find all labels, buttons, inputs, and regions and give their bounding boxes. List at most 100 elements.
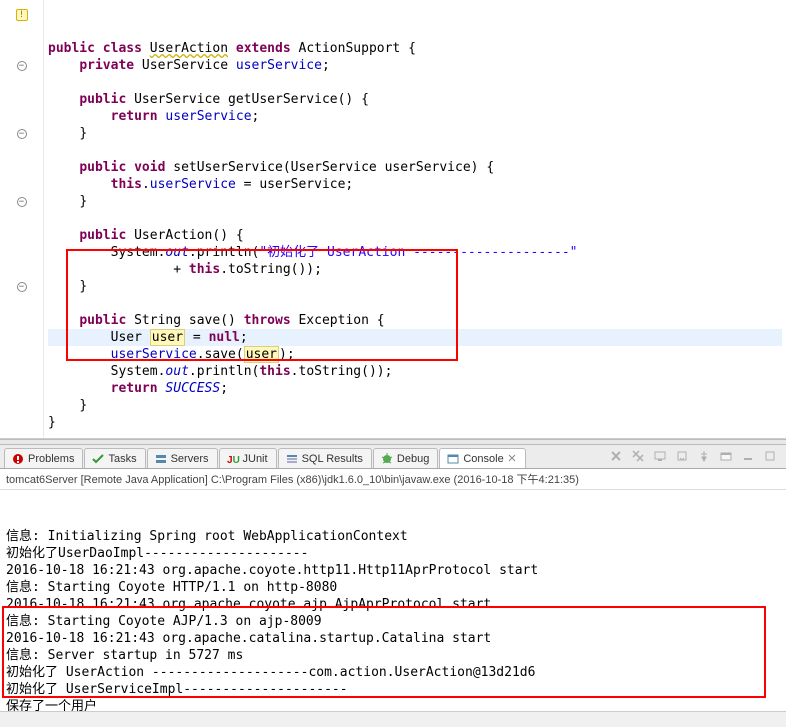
console-line: 信息: Starting Coyote AJP/1.3 on ajp-8009 bbox=[6, 613, 780, 630]
code-line bbox=[48, 142, 782, 159]
tab-servers[interactable]: Servers bbox=[147, 448, 218, 468]
open-console-button[interactable] bbox=[716, 446, 736, 466]
console-line: 信息: Initializing Spring root WebApplicat… bbox=[6, 528, 780, 545]
code-line: System.out.println("初始化了 UserAction ----… bbox=[48, 244, 782, 261]
code-line: public void setUserService(UserService u… bbox=[48, 159, 782, 176]
views-tabstrip: Problems Tasks Servers JUJUnit SQL Results De… bbox=[0, 445, 786, 469]
console-output[interactable]: 信息: Initializing Spring root WebApplicat… bbox=[0, 490, 786, 711]
gutter-row: ! bbox=[0, 6, 43, 23]
display-button[interactable] bbox=[650, 446, 670, 466]
code-line: public UserAction() { bbox=[48, 227, 782, 244]
console-line: 信息: Server startup in 5727 ms bbox=[6, 647, 780, 664]
tab-label: SQL Results bbox=[302, 453, 363, 465]
console-line: 保存了一个用户 bbox=[6, 698, 780, 711]
gutter-row bbox=[0, 312, 43, 329]
tab-sql-results[interactable]: SQL Results bbox=[278, 448, 372, 468]
fold-toggle-icon[interactable]: − bbox=[17, 282, 27, 292]
tab-label: Servers bbox=[171, 453, 209, 465]
debug-icon bbox=[380, 452, 394, 466]
gutter-row bbox=[0, 346, 43, 363]
code-line: public class UserAction extends ActionSu… bbox=[48, 40, 782, 57]
tasks-icon bbox=[91, 452, 105, 466]
console-line: 信息: Starting Coyote HTTP/1.1 on http-808… bbox=[6, 579, 780, 596]
horizontal-scrollbar[interactable] bbox=[0, 711, 786, 727]
code-line: } bbox=[48, 193, 782, 210]
gutter-row: − bbox=[0, 278, 43, 295]
code-line: + this.toString()); bbox=[48, 261, 782, 278]
svg-text:JU: JU bbox=[227, 455, 240, 466]
junit-icon: JU bbox=[226, 452, 240, 466]
sql-icon bbox=[285, 452, 299, 466]
gutter-row bbox=[0, 108, 43, 125]
gutter-row bbox=[0, 295, 43, 312]
code-line: } bbox=[48, 125, 782, 142]
problems-icon bbox=[11, 452, 25, 466]
fold-toggle-icon[interactable]: − bbox=[17, 197, 27, 207]
tab-label: Debug bbox=[397, 453, 429, 465]
code-area[interactable]: public class UserAction extends ActionSu… bbox=[44, 0, 786, 438]
code-line: public String save() throws Exception { bbox=[48, 312, 782, 329]
code-line: } bbox=[48, 397, 782, 414]
gutter-row bbox=[0, 23, 43, 40]
console-line: 2016-10-18 16:21:43 org.apache.coyote.aj… bbox=[6, 596, 780, 613]
gutter-row: − bbox=[0, 125, 43, 142]
console-icon bbox=[446, 452, 460, 466]
pin-button[interactable] bbox=[694, 446, 714, 466]
gutter-row bbox=[0, 363, 43, 380]
code-line bbox=[48, 74, 782, 91]
maximize-button[interactable] bbox=[760, 446, 780, 466]
close-icon[interactable] bbox=[507, 453, 517, 466]
code-line: return SUCCESS; bbox=[48, 380, 782, 397]
gutter-row bbox=[0, 159, 43, 176]
gutter-row: − bbox=[0, 57, 43, 74]
servers-icon bbox=[154, 452, 168, 466]
fold-toggle-icon[interactable]: − bbox=[17, 61, 27, 71]
console-line: 2016-10-18 16:21:43 org.apache.catalina.… bbox=[6, 630, 780, 647]
code-line: private UserService userService; bbox=[48, 57, 782, 74]
console-line: 2016-10-18 16:21:43 org.apache.coyote.ht… bbox=[6, 562, 780, 579]
tab-problems[interactable]: Problems bbox=[4, 448, 83, 468]
code-line: User user = null; bbox=[48, 329, 782, 346]
tab-label: Problems bbox=[28, 453, 74, 465]
gutter-row bbox=[0, 227, 43, 244]
gutter-row bbox=[0, 261, 43, 278]
console-line: 初始化了 UserServiceImpl--------------------… bbox=[6, 681, 780, 698]
gutter-row bbox=[0, 380, 43, 397]
tab-label: Console bbox=[463, 453, 503, 465]
gutter-row: − bbox=[0, 193, 43, 210]
launch-description: tomcat6Server [Remote Java Application] … bbox=[0, 469, 786, 490]
gutter-row bbox=[0, 329, 43, 346]
code-line: } bbox=[48, 414, 782, 431]
tab-label: Tasks bbox=[108, 453, 136, 465]
gutter-row bbox=[0, 244, 43, 261]
code-line bbox=[48, 210, 782, 227]
tab-tasks[interactable]: Tasks bbox=[84, 448, 145, 468]
code-line: public UserService getUserService() { bbox=[48, 91, 782, 108]
editor-gutter: ! − − − − bbox=[0, 0, 44, 438]
tab-junit[interactable]: JUJUnit bbox=[219, 448, 277, 468]
remove-all-button[interactable] bbox=[628, 446, 648, 466]
minimize-button[interactable] bbox=[738, 446, 758, 466]
gutter-row bbox=[0, 142, 43, 159]
warning-marker-icon[interactable]: ! bbox=[16, 9, 28, 21]
remove-launch-button[interactable] bbox=[606, 446, 626, 466]
code-line: userService.save(user); bbox=[48, 346, 782, 363]
tab-console[interactable]: Console bbox=[439, 448, 525, 468]
code-line: } bbox=[48, 278, 782, 295]
fold-toggle-icon[interactable]: − bbox=[17, 129, 27, 139]
gutter-row bbox=[0, 40, 43, 57]
bottom-panel: Problems Tasks Servers JUJUnit SQL Results De… bbox=[0, 445, 786, 727]
tab-debug[interactable]: Debug bbox=[373, 448, 438, 468]
gutter-row bbox=[0, 74, 43, 91]
gutter-row bbox=[0, 91, 43, 108]
scroll-lock-button[interactable] bbox=[672, 446, 692, 466]
code-line bbox=[48, 295, 782, 312]
code-line: this.userService = userService; bbox=[48, 176, 782, 193]
code-line: return userService; bbox=[48, 108, 782, 125]
gutter-row bbox=[0, 176, 43, 193]
code-editor-pane: ! − − − − public class UserAction extends Ac… bbox=[0, 0, 786, 439]
code-line: System.out.println(this.toString()); bbox=[48, 363, 782, 380]
console-line: 初始化了UserDaoImpl--------------------- bbox=[6, 545, 780, 562]
console-line: 初始化了 UserAction --------------------com.… bbox=[6, 664, 780, 681]
tab-label: JUnit bbox=[243, 453, 268, 465]
